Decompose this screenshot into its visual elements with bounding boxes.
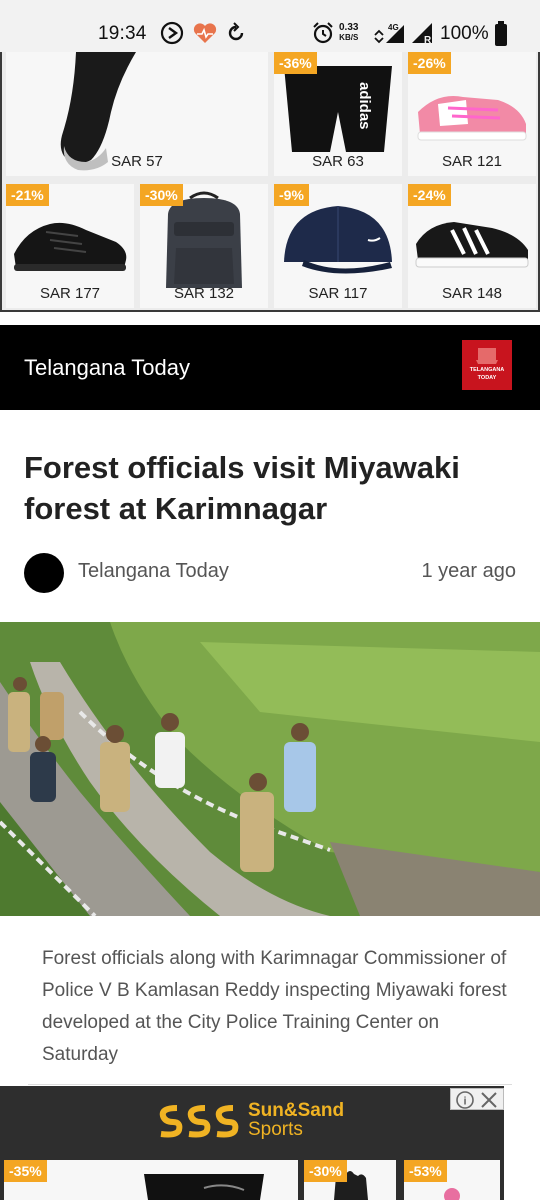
battery-percentage: 100% xyxy=(440,23,489,44)
discount-badge: -9% xyxy=(274,184,309,206)
site-header: Telangana Today xyxy=(0,325,540,410)
svg-text:adidas: adidas xyxy=(356,82,373,130)
close-icon[interactable] xyxy=(481,1092,497,1108)
ad-product-tile[interactable]: -30% xyxy=(304,1160,396,1200)
discount-badge: -35% xyxy=(4,1160,47,1182)
author-avatar[interactable] xyxy=(24,553,64,593)
product-tile-socks[interactable]: SAR 57 xyxy=(6,52,268,176)
product-image xyxy=(144,1174,264,1200)
brand-name: Sun&Sand Sports xyxy=(248,1100,345,1140)
publish-time: 1 year ago xyxy=(421,560,516,582)
sync-icon xyxy=(228,22,244,41)
network-4g-icon: 4G xyxy=(374,23,404,44)
product-tile-backpack[interactable]: -30% SAR 132 xyxy=(140,184,268,308)
signal-icon: R xyxy=(412,23,432,45)
ad-product-tile[interactable]: -35% xyxy=(4,1160,298,1200)
product-price: SAR 63 xyxy=(312,153,364,170)
article-title: Forest officials visit Miyawaki forest a… xyxy=(24,450,460,526)
ad-product-tile[interactable]: -53% xyxy=(404,1160,500,1200)
discount-badge: -30% xyxy=(140,184,183,206)
forest-visit-image xyxy=(0,622,540,916)
product-price: SAR 132 xyxy=(173,285,235,302)
discount-badge: -53% xyxy=(404,1160,447,1182)
author-name[interactable]: Telangana Today xyxy=(78,560,229,583)
clock: 19:34 xyxy=(98,23,147,44)
ad-controls: i xyxy=(450,1088,504,1110)
photo-caption: Forest officials along with Karimnagar C… xyxy=(42,948,507,1065)
status-bar: 19:34 0.33 KB/S 4G R 100% xyxy=(0,0,540,52)
product-tile-trainers[interactable]: -24% SAR 148 xyxy=(408,184,536,308)
discount-badge: -30% xyxy=(304,1160,347,1182)
discount-badge: -36% xyxy=(274,52,317,74)
svg-text:4G: 4G xyxy=(388,23,399,32)
svg-text:i: i xyxy=(463,1096,466,1108)
product-price: SAR 177 xyxy=(39,285,101,302)
discount-badge: -26% xyxy=(408,52,451,74)
discount-badge: -21% xyxy=(6,184,49,206)
product-price: SAR 121 xyxy=(441,153,503,170)
product-price: SAR 57 xyxy=(111,153,163,170)
product-tile-running-shoes[interactable]: -21% SAR 177 xyxy=(6,184,134,308)
heart-pulse-icon xyxy=(193,23,217,43)
article-photo[interactable] xyxy=(0,622,540,916)
battery-icon xyxy=(495,21,507,46)
svg-text:R: R xyxy=(424,35,432,45)
sunsand-logo-icon xyxy=(159,1105,239,1138)
discount-badge: -24% xyxy=(408,184,451,206)
site-logo[interactable]: TELANGANA TODAY xyxy=(462,340,512,390)
product-tile-kids-sneakers[interactable]: -26% SAR 121 xyxy=(408,52,536,176)
product-tile-shorts[interactable]: adidas -36% SAR 63 xyxy=(274,52,402,176)
alarm-icon xyxy=(313,22,333,44)
logo-emblem: TELANGANA TODAY xyxy=(470,348,505,381)
svg-text:TODAY: TODAY xyxy=(478,375,497,381)
product-price: SAR 117 xyxy=(308,285,368,302)
svg-text:TELANGANA: TELANGANA xyxy=(470,367,505,373)
divider xyxy=(28,1084,512,1085)
product-price: SAR 148 xyxy=(441,285,503,302)
site-name[interactable]: Telangana Today xyxy=(24,355,190,381)
network-speed: 0.33 KB/S xyxy=(339,22,359,43)
product-tile-cap[interactable]: -9% SAR 117 xyxy=(274,184,402,308)
play-circle-icon xyxy=(160,21,184,45)
